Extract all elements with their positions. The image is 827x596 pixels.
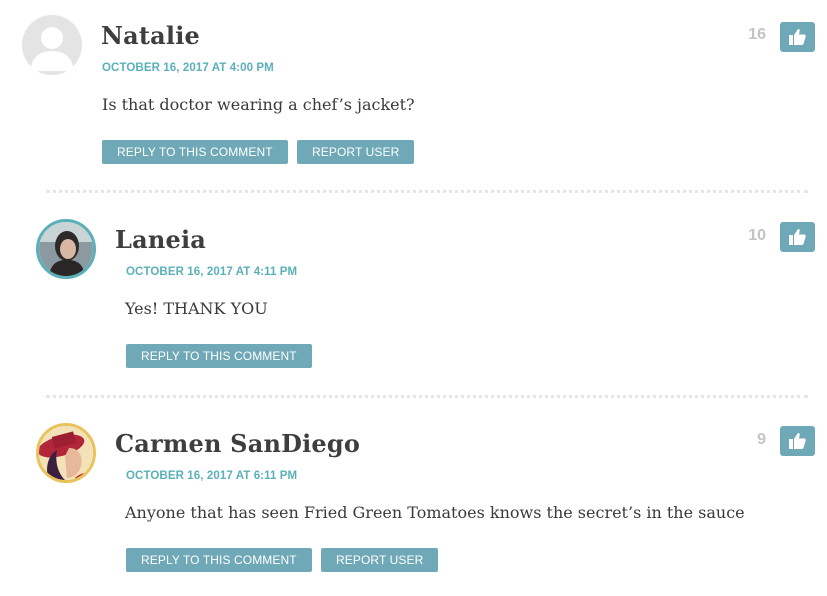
- report-user-button[interactable]: REPORT USER: [297, 140, 415, 164]
- photo-avatar: [36, 219, 96, 279]
- like-button[interactable]: [780, 22, 815, 52]
- like-count: 16: [748, 26, 766, 43]
- default-avatar-icon: [22, 15, 82, 75]
- reply-button[interactable]: REPLY TO THIS COMMENT: [126, 344, 312, 368]
- like-count: 10: [748, 227, 766, 244]
- thumbs-up-icon: [789, 29, 806, 45]
- comment-author: Natalie: [101, 21, 201, 50]
- comment-author: Carmen SanDiego: [115, 429, 361, 458]
- comment-date[interactable]: OCTOBER 16, 2017 AT 4:11 PM: [126, 266, 297, 278]
- like-button[interactable]: [780, 426, 815, 456]
- like-button[interactable]: [780, 222, 815, 252]
- illustrated-avatar: [36, 423, 96, 483]
- thumbs-up-icon: [789, 433, 806, 449]
- comment-date[interactable]: OCTOBER 16, 2017 AT 4:00 PM: [102, 62, 274, 74]
- report-user-button[interactable]: REPORT USER: [321, 548, 439, 572]
- comment-text: Anyone that has seen Fried Green Tomatoe…: [125, 503, 745, 522]
- comment-date[interactable]: OCTOBER 16, 2017 AT 6:11 PM: [126, 470, 297, 482]
- comment-author: Laneia: [115, 225, 207, 254]
- comment-divider: [46, 395, 808, 398]
- comment-text: Is that doctor wearing a chef’s jacket?: [102, 95, 415, 114]
- reply-button[interactable]: REPLY TO THIS COMMENT: [102, 140, 288, 164]
- reply-button[interactable]: REPLY TO THIS COMMENT: [126, 548, 312, 572]
- comment-divider: [46, 190, 808, 193]
- comment-text: Yes! THANK YOU: [125, 299, 268, 318]
- thumbs-up-icon: [789, 229, 806, 245]
- like-count: 9: [757, 431, 766, 448]
